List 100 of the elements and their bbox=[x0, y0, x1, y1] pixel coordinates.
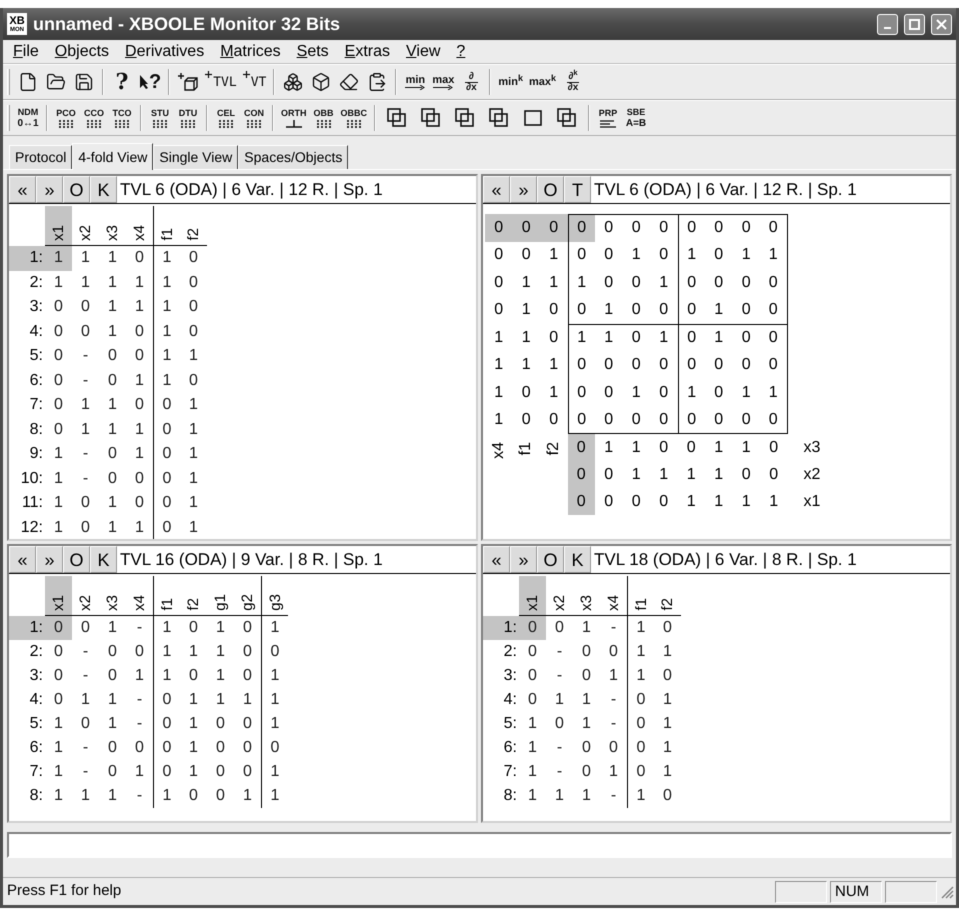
toolbar-button[interactable]: PCO bbox=[52, 103, 80, 133]
cursor-icon bbox=[139, 74, 149, 90]
toolbar-button[interactable]: SBE A=B bbox=[622, 103, 650, 133]
panel-button[interactable]: O bbox=[63, 176, 90, 203]
panel-button[interactable]: « bbox=[483, 546, 510, 573]
column-header[interactable]: f2 bbox=[654, 576, 681, 616]
column-header[interactable]: x2 bbox=[546, 576, 573, 616]
toolbar-button[interactable]: CON bbox=[240, 103, 268, 133]
map-cell: 1 bbox=[595, 324, 622, 352]
toolbar-button[interactable]: DTU bbox=[174, 103, 202, 133]
column-header[interactable]: f1 bbox=[153, 576, 180, 616]
column-header[interactable]: x3 bbox=[99, 206, 126, 246]
toolbar-button[interactable]: TCO bbox=[108, 103, 136, 133]
column-header[interactable]: f2 bbox=[180, 206, 207, 246]
menu-item[interactable]: ? bbox=[448, 40, 474, 64]
tab[interactable]: Single View bbox=[153, 145, 238, 169]
toolbar-button[interactable]: min$^{k}$ bbox=[495, 67, 526, 97]
panel-button[interactable]: O bbox=[63, 546, 90, 573]
menu-item[interactable]: View bbox=[398, 40, 448, 64]
toolbar-button[interactable]: ∂$^{k}$ ∂x bbox=[559, 67, 588, 97]
panel-button[interactable]: O bbox=[537, 546, 564, 573]
column-header[interactable]: f1 bbox=[153, 206, 180, 246]
tab[interactable]: Protocol bbox=[9, 145, 72, 169]
map-cell: 1 bbox=[760, 242, 788, 269]
table-cell-text: 1 bbox=[107, 395, 118, 416]
column-header[interactable]: x2 bbox=[72, 576, 99, 616]
column-header[interactable]: f1 bbox=[627, 576, 654, 616]
menu-item[interactable]: Objects bbox=[46, 40, 118, 64]
toolbar-button[interactable]: ORTH bbox=[278, 103, 310, 133]
column-header[interactable]: g2 bbox=[234, 576, 261, 616]
overlapping-squares-icon bbox=[489, 108, 509, 128]
row-code-cell-text: 1 bbox=[548, 245, 560, 266]
toolbar-button[interactable]: min bbox=[401, 67, 430, 97]
row-number: 1: bbox=[9, 246, 45, 270]
column-header[interactable]: x1 bbox=[45, 576, 72, 616]
table-cell-text: 1 bbox=[188, 493, 199, 514]
panel-button[interactable]: » bbox=[510, 176, 537, 203]
table-cell-text: 1 bbox=[188, 346, 199, 366]
column-header[interactable]: x4 bbox=[600, 576, 627, 616]
panel-button[interactable]: K bbox=[564, 546, 591, 573]
maximize-button[interactable] bbox=[904, 14, 925, 34]
close-button[interactable] bbox=[931, 14, 952, 34]
toolbar-button[interactable]: OBBC bbox=[338, 103, 370, 133]
column-header[interactable]: g3 bbox=[261, 576, 288, 616]
panel-button[interactable]: » bbox=[36, 546, 63, 573]
toolbar-button[interactable]: PRP bbox=[594, 103, 622, 133]
menu-item[interactable]: Derivatives bbox=[117, 40, 212, 64]
column-header[interactable]: x3 bbox=[573, 576, 600, 616]
panel-button[interactable]: T bbox=[564, 176, 591, 203]
toolbar-button[interactable]: OBB bbox=[310, 103, 338, 133]
table-cell: 1 bbox=[261, 784, 288, 808]
command-field[interactable] bbox=[7, 832, 952, 858]
column-code-cell-text: 1 bbox=[630, 438, 642, 458]
panel-button[interactable]: K bbox=[90, 546, 117, 573]
column-header[interactable]: x1 bbox=[519, 576, 546, 616]
panel-button[interactable]: « bbox=[483, 176, 510, 203]
panel-button[interactable]: » bbox=[36, 176, 63, 203]
toolbar-button[interactable]: NDM 0↔1 bbox=[14, 103, 42, 133]
toolbar-button[interactable]: VT bbox=[240, 67, 270, 97]
column-header[interactable]: x4 bbox=[126, 576, 153, 616]
column-header[interactable]: x1 bbox=[45, 206, 72, 246]
table-cell-text: 0 bbox=[134, 248, 145, 268]
row-number: 5: bbox=[502, 714, 518, 734]
toolbar-button[interactable]: max bbox=[429, 67, 458, 97]
map-cell: 1 bbox=[568, 269, 595, 296]
table-cell-text: 0 bbox=[662, 618, 673, 638]
menu-item[interactable]: File bbox=[5, 40, 47, 64]
map-cell: 0 bbox=[595, 406, 622, 434]
context-help-button[interactable]: ? bbox=[136, 67, 164, 97]
row-number: 6: bbox=[502, 738, 518, 758]
toolbar-button[interactable]: TVL bbox=[202, 67, 240, 97]
toolbar-button[interactable]: STU bbox=[146, 103, 174, 133]
column-header[interactable]: x2 bbox=[72, 206, 99, 246]
panel-button[interactable]: « bbox=[9, 546, 36, 573]
help-button[interactable]: ? bbox=[108, 67, 136, 97]
menu-item[interactable]: Extras bbox=[336, 40, 398, 64]
column-header[interactable]: x4 bbox=[126, 206, 153, 246]
table-cell-text: 0 bbox=[188, 297, 199, 318]
tab[interactable]: Spaces/Objects bbox=[238, 145, 348, 169]
panel-button[interactable]: « bbox=[9, 176, 36, 203]
column-header[interactable]: x3 bbox=[99, 576, 126, 616]
tab[interactable]: 4-fold View bbox=[72, 143, 154, 170]
toolbar-button[interactable]: CCO bbox=[80, 103, 108, 133]
row-code-cell-text: 0 bbox=[520, 382, 532, 403]
column-header[interactable]: g1 bbox=[207, 576, 234, 616]
toolbar-button[interactable]: max$^{k}$ bbox=[526, 67, 560, 97]
table-cell-text: 0 bbox=[107, 642, 118, 662]
toolbar-button[interactable]: ∂ ∂x bbox=[457, 67, 486, 97]
table-cell-text: 0 bbox=[242, 666, 253, 686]
table-cell-text: - bbox=[82, 346, 90, 366]
map-cell-text: 0 bbox=[658, 382, 670, 403]
minimize-button[interactable] bbox=[877, 14, 898, 34]
column-header[interactable]: f2 bbox=[180, 576, 207, 616]
menu-item[interactable]: Sets bbox=[288, 40, 337, 64]
toolbar-button[interactable]: CEL bbox=[212, 103, 240, 133]
menu-item[interactable]: Matrices bbox=[212, 40, 289, 64]
panel-button[interactable]: K bbox=[90, 176, 117, 203]
panel-button[interactable]: O bbox=[537, 176, 564, 203]
panel-button[interactable]: » bbox=[510, 546, 537, 573]
table-cell-text: - bbox=[82, 370, 90, 391]
